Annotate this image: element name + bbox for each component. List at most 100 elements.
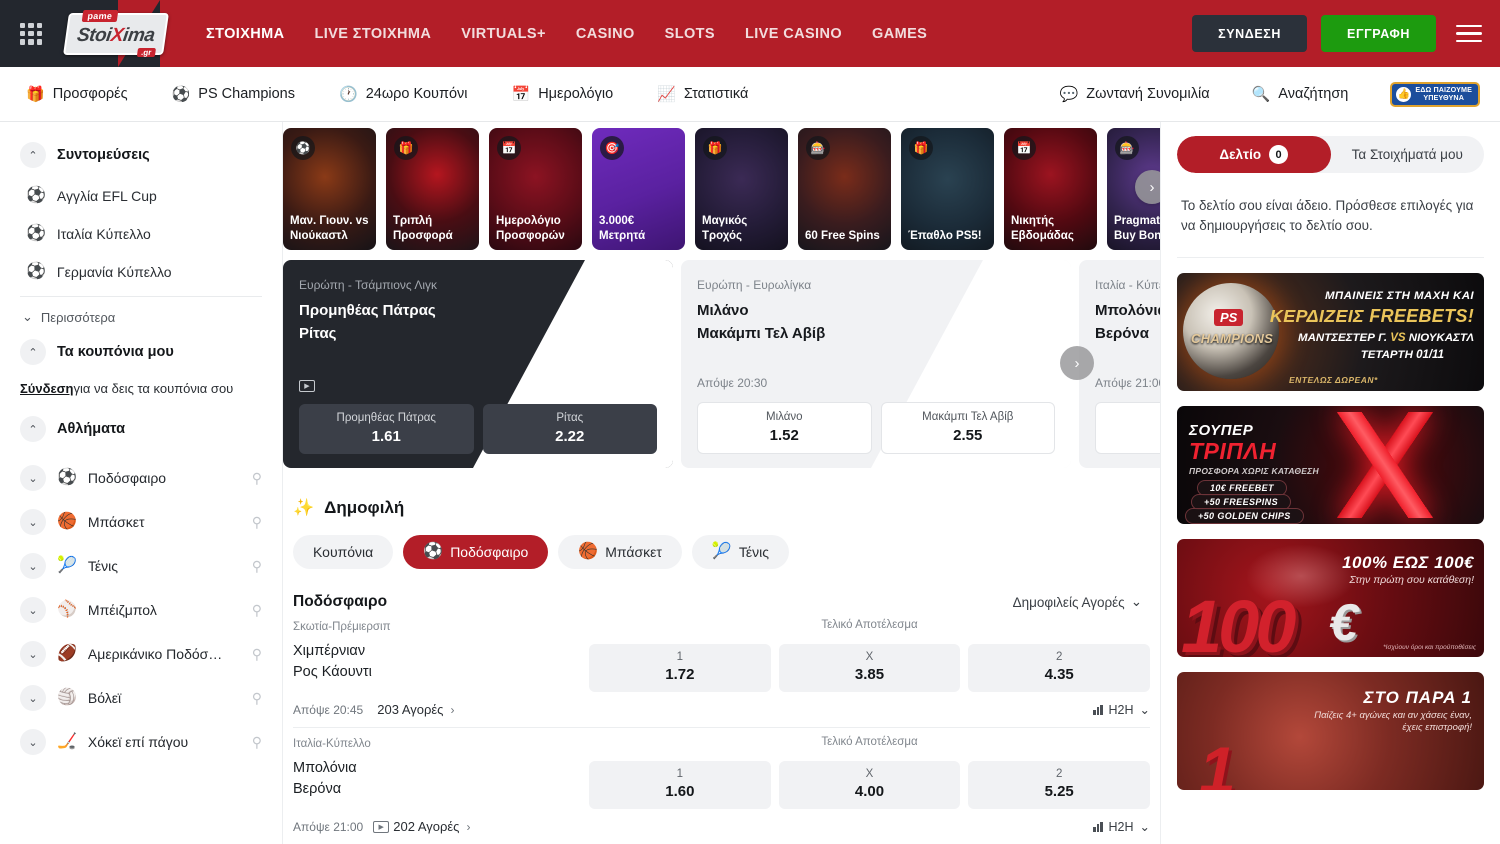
banner-line-2: ΚΕΡΔΙΖΕΙΣ FREEBETS!	[1270, 306, 1474, 327]
logo-pame-text: pame	[82, 10, 118, 22]
promo-card-weekly-winner[interactable]: 📅 Νικητής Εβδομάδας	[1004, 128, 1097, 250]
sidebar-item-volleyball[interactable]: ⌄ 🏐 Βόλεϊ ⚲	[0, 676, 282, 720]
nav-casino[interactable]: CASINO	[576, 26, 635, 42]
chevron-right-icon[interactable]: ›	[450, 703, 454, 717]
promo-card-60-free-spins[interactable]: 🎰 60 Free Spins	[798, 128, 891, 250]
sidebar-item-basketball[interactable]: ⌄ 🏀 Μπάσκετ ⚲	[0, 500, 282, 544]
apps-grid-icon[interactable]	[20, 23, 42, 45]
tv-stream-icon[interactable]: ▶	[299, 380, 315, 392]
pin-icon[interactable]: ⚲	[252, 602, 262, 619]
sidebar-section-sports[interactable]: ⌃ Αθλήματα	[0, 416, 282, 442]
promo-card-3000-cash[interactable]: 🎯 3.000€ Μετρητά	[592, 128, 685, 250]
odd-label: Μακάμπι Τελ Αβίβ	[886, 411, 1051, 423]
nav-live-stoixima[interactable]: LIVE ΣΤΟΙΧΗΜΑ	[315, 26, 432, 42]
odd-button-x[interactable]: X 4.00	[779, 761, 961, 809]
chevron-down-icon[interactable]: ⌄	[20, 553, 46, 579]
tab-football[interactable]: ⚽ Ποδόσφαιρο	[403, 535, 548, 569]
sidebar-item-italy-cup[interactable]: ⚽ Ιταλία Κύπελλο	[0, 220, 282, 248]
featured-match-card-2[interactable]: Ευρώπη - Ευρωλίγκα Μιλάνο Μακάμπι Τελ Αβ…	[681, 260, 1071, 468]
odd-button-home[interactable]: Μιλάνο 1.52	[697, 402, 872, 454]
odd-button-home[interactable]: 1 1.60	[1095, 402, 1160, 454]
banner-super-triple[interactable]: ΣΟΥΠΕΡ ΤΡΙΠΛΗ ΠΡΟΣΦΟΡΑ ΧΩΡΙΣ ΚΑΤΑΘΕΣΗ 10…	[1177, 406, 1484, 524]
promo-card-ps-champions[interactable]: ⚽ Μαν. Γιουν. vs Νιούκαστλ	[283, 128, 376, 250]
subnav-item-offers[interactable]: 🎁 Προσφορές	[26, 86, 128, 102]
nav-virtuals[interactable]: VIRTUALS+	[461, 26, 546, 42]
sidebar-item-ice-hockey[interactable]: ⌄ 🏒 Χόκεϊ επί πάγου ⚲	[0, 720, 282, 764]
nav-slots[interactable]: SLOTS	[665, 26, 715, 42]
nav-stoixima[interactable]: ΣΤΟΙΧΗΜΑ	[206, 26, 285, 42]
pin-icon[interactable]: ⚲	[252, 514, 262, 531]
pin-icon[interactable]: ⚲	[252, 470, 262, 487]
live-chat-button[interactable]: 💬 Ζωντανή Συνομιλία	[1060, 86, 1210, 102]
sidebar-item-germany-cup[interactable]: ⚽ Γερμανία Κύπελλο	[0, 258, 282, 286]
odd-button-away[interactable]: Μακάμπι Τελ Αβίβ 2.55	[881, 402, 1056, 454]
h2h-button[interactable]: H2H ⌄	[1093, 819, 1150, 834]
subnav-item-calendar[interactable]: 📅 Ημερολόγιο	[512, 86, 614, 102]
tab-tennis[interactable]: 🎾 Τένις	[692, 535, 789, 569]
odd-button-2[interactable]: 2 4.35	[968, 644, 1150, 692]
odd-button-away[interactable]: Ρίτας 2.22	[483, 404, 658, 454]
chevron-down-icon[interactable]: ⌄	[20, 509, 46, 535]
banner-first-deposit[interactable]: 100 € 100% ΕΩΣ 100€ Στην πρώτη σου κατάθ…	[1177, 539, 1484, 657]
banner-super-text: ΣΟΥΠΕΡ	[1189, 422, 1253, 439]
chevron-right-icon[interactable]: ›	[466, 820, 470, 834]
chevron-down-icon[interactable]: ⌄	[20, 597, 46, 623]
tab-coupons[interactable]: Κουπόνια	[293, 535, 393, 569]
sidebar-item-baseball[interactable]: ⌄ ⚾ Μπέιζμπολ ⚲	[0, 588, 282, 632]
pin-icon[interactable]: ⚲	[252, 646, 262, 663]
banner-sto-para-1[interactable]: 1 ΣΤΟ ΠΑΡΑ 1 Παίζεις 4+ αγώνες και αν χά…	[1177, 672, 1484, 790]
subnav-label-24h-coupon: 24ωρο Κουπόνι	[366, 86, 468, 102]
pin-icon[interactable]: ⚲	[252, 558, 262, 575]
h2h-button[interactable]: H2H ⌄	[1093, 702, 1150, 717]
responsible-gaming-badge[interactable]: 👍 ΕΔΩ ΠΑΙΖΟΥΜΕ ΥΠΕΥΘΥΝΑ	[1390, 82, 1480, 107]
chevron-down-icon[interactable]: ⌄	[20, 465, 46, 491]
tv-stream-icon[interactable]: ▶	[373, 821, 389, 833]
sidebar-label-italy-cup: Ιταλία Κύπελλο	[57, 226, 151, 242]
nav-live-casino[interactable]: LIVE CASINO	[745, 26, 842, 42]
promo-card-ps5-prize[interactable]: 🎁 Έπαθλο PS5!	[901, 128, 994, 250]
odd-button-1[interactable]: 1 1.60	[589, 761, 771, 809]
sidebar-item-football[interactable]: ⌄ ⚽ Ποδόσφαιρο ⚲	[0, 456, 282, 500]
pin-icon[interactable]: ⚲	[252, 690, 262, 707]
chevron-down-icon[interactable]: ⌄	[20, 641, 46, 667]
promo-title: Ημερολόγιο Προσφορών	[496, 214, 575, 243]
event-markets-count[interactable]: 202 Αγορές	[393, 819, 459, 834]
subnav-item-ps-champions[interactable]: ⚽ PS Champions	[172, 86, 295, 102]
tab-basketball[interactable]: 🏀 Μπάσκετ	[558, 535, 682, 569]
site-logo[interactable]: pame StoiXima .gr	[64, 11, 168, 57]
sidebar-section-my-coupons[interactable]: ⌃ Τα κουπόνια μου	[0, 339, 282, 365]
odd-button-2[interactable]: 2 5.25	[968, 761, 1150, 809]
pin-icon[interactable]: ⚲	[252, 734, 262, 751]
event-info[interactable]: Σκωτία-Πρέμιερσιπ Χιμπέρνιαν Ρος Κάουντι	[293, 619, 589, 683]
subnav-item-24h-coupon[interactable]: 🕐 24ωρο Κουπόνι	[339, 86, 468, 102]
calendar-icon: 📅	[1012, 136, 1036, 160]
promo-card-triple-offer[interactable]: 🎁 Τριπλή Προσφορά	[386, 128, 479, 250]
odd-button-1[interactable]: 1 1.72	[589, 644, 771, 692]
chevron-down-icon[interactable]: ⌄	[20, 685, 46, 711]
hamburger-menu-icon[interactable]	[1456, 20, 1482, 48]
promo-card-offers-calendar[interactable]: 📅 Ημερολόγιο Προσφορών	[489, 128, 582, 250]
sidebar-item-tennis[interactable]: ⌄ 🎾 Τένις ⚲	[0, 544, 282, 588]
tab-betslip[interactable]: Δελτίο 0	[1177, 136, 1331, 173]
register-button[interactable]: ΕΓΓΡΑΦΗ	[1321, 15, 1436, 52]
search-button[interactable]: 🔍 Αναζήτηση	[1252, 86, 1349, 102]
promo-card-magic-wheel[interactable]: 🎁 Μαγικός Τροχός	[695, 128, 788, 250]
featured-match-card-1[interactable]: Ευρώπη - Τσάμπιονς Λιγκ Προμηθέας Πάτρας…	[283, 260, 673, 468]
login-button[interactable]: ΣΥΝΔΕΣΗ	[1192, 15, 1307, 52]
sidebar-more-button[interactable]: ⌄ Περισσότερα	[0, 297, 282, 339]
chevron-down-icon[interactable]: ⌄	[20, 729, 46, 755]
featured-matches-next-button[interactable]: ›	[1060, 346, 1094, 380]
subnav-item-statistics[interactable]: 📈 Στατιστικά	[657, 86, 748, 102]
coupons-login-link[interactable]: Σύνδεση	[20, 381, 74, 396]
markets-selector[interactable]: Δημοφιλείς Αγορές ⌄	[1013, 594, 1142, 610]
nav-games[interactable]: GAMES	[872, 26, 927, 42]
odd-button-x[interactable]: X 3.85	[779, 644, 961, 692]
event-info[interactable]: Ιταλία-Κύπελλο Μπολόνια Βερόνα	[293, 736, 589, 800]
odd-button-home[interactable]: Προμηθέας Πάτρας 1.61	[299, 404, 474, 454]
tab-my-bets[interactable]: Τα Στοιχήματά μου	[1331, 136, 1485, 173]
sidebar-item-american-football[interactable]: ⌄ 🏈 Αμερικάνικο Ποδόσ… ⚲	[0, 632, 282, 676]
banner-ps-champions[interactable]: PS CHAMPIONS ΜΠΑΙΝΕΙΣ ΣΤΗ ΜΑΧΗ ΚΑΙ ΚΕΡΔΙ…	[1177, 273, 1484, 391]
event-markets-count[interactable]: 203 Αγορές	[377, 702, 443, 717]
sidebar-item-efl-cup[interactable]: ⚽ Αγγλία EFL Cup	[0, 182, 282, 210]
sidebar-section-shortcuts[interactable]: ⌃ Συντομεύσεις	[0, 142, 282, 168]
